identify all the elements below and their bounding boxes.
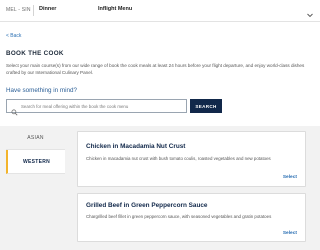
dish-name: Grilled Beef in Green Peppercorn Sauce [86, 202, 208, 209]
chevron-down-icon[interactable] [306, 6, 314, 18]
section-title: Inflight Menu [98, 6, 133, 12]
category-tab-western[interactable]: WESTERN [6, 150, 65, 174]
top-bar: MEL - SIN Dinner Inflight Menu [0, 0, 320, 22]
dish-description: Chargrilled beef fillet in green pepperc… [86, 214, 272, 219]
divider [33, 5, 34, 16]
search-button[interactable]: SEARCH [190, 99, 222, 113]
select-dish-button[interactable]: Select [283, 231, 297, 236]
dish-card: Grilled Beef in Green Peppercorn Sauce C… [77, 193, 306, 242]
back-link[interactable]: < Back [6, 33, 21, 39]
meal-label: Dinner [39, 6, 57, 12]
select-dish-button[interactable]: Select [283, 175, 297, 180]
dish-name: Chicken in Macadamia Nut Crust [86, 143, 186, 150]
route-label: MEL - SIN [6, 7, 31, 13]
search-field[interactable] [6, 99, 187, 116]
category-list: ASIAN WESTERN [6, 126, 65, 174]
search-input[interactable] [21, 101, 184, 111]
dish-description: Chicken in macadamia nut crust with bush… [86, 156, 271, 161]
dish-card: Chicken in Macadamia Nut Crust Chicken i… [77, 131, 306, 187]
search-question: Have something in mind? [6, 87, 78, 94]
search-icon [11, 103, 18, 116]
category-tab-asian[interactable]: ASIAN [6, 126, 65, 150]
page-title: BOOK THE COOK [6, 50, 64, 57]
page-description: Select your main course(s) from our wide… [6, 63, 305, 75]
